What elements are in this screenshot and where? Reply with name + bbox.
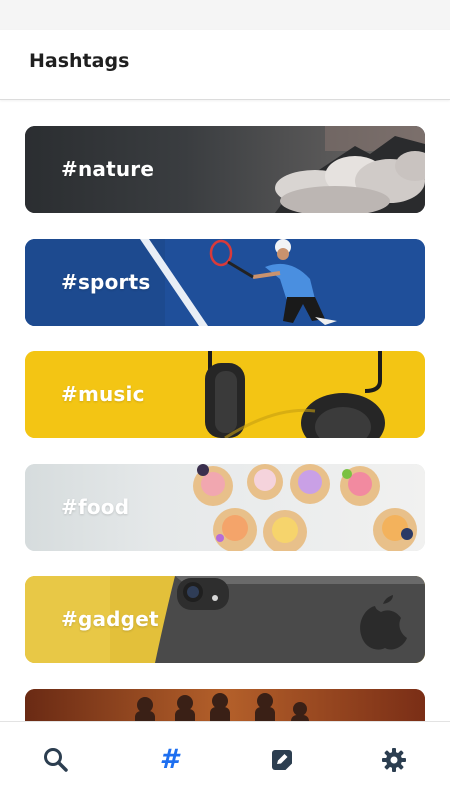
hashtag-card-music[interactable]: #music <box>25 351 425 438</box>
page-title: Hashtags <box>29 50 130 72</box>
crowd-image <box>25 689 425 721</box>
hashtag-card-gadget[interactable]: #gadget <box>25 576 425 663</box>
hashtag-label: #music <box>61 382 145 406</box>
hashtag-icon: # <box>159 744 179 775</box>
nav-hashtags-button[interactable]: # <box>155 746 183 774</box>
hashtag-label: #sports <box>61 270 151 294</box>
hashtag-card-food[interactable]: #food <box>25 464 425 551</box>
gear-icon <box>382 748 406 772</box>
hashtag-label: #food <box>61 495 130 519</box>
hashtag-label: #nature <box>61 157 155 181</box>
nav-settings-button[interactable] <box>380 746 408 774</box>
hashtag-card-sports[interactable]: #sports <box>25 239 425 326</box>
search-icon <box>44 748 68 772</box>
nav-posts-button[interactable] <box>268 746 296 774</box>
hashtag-card-nature[interactable]: #nature <box>25 126 425 213</box>
status-bar <box>0 0 450 30</box>
nav-search-button[interactable] <box>42 746 70 774</box>
app-header: Hashtags <box>0 30 450 100</box>
hashtag-card-partial[interactable] <box>25 689 425 721</box>
edit-note-icon <box>272 750 292 770</box>
bottom-navigation: # <box>0 721 450 801</box>
hashtag-list[interactable]: #nature #sports #music #food #gadget <box>0 100 450 721</box>
hashtag-label: #gadget <box>61 607 159 631</box>
